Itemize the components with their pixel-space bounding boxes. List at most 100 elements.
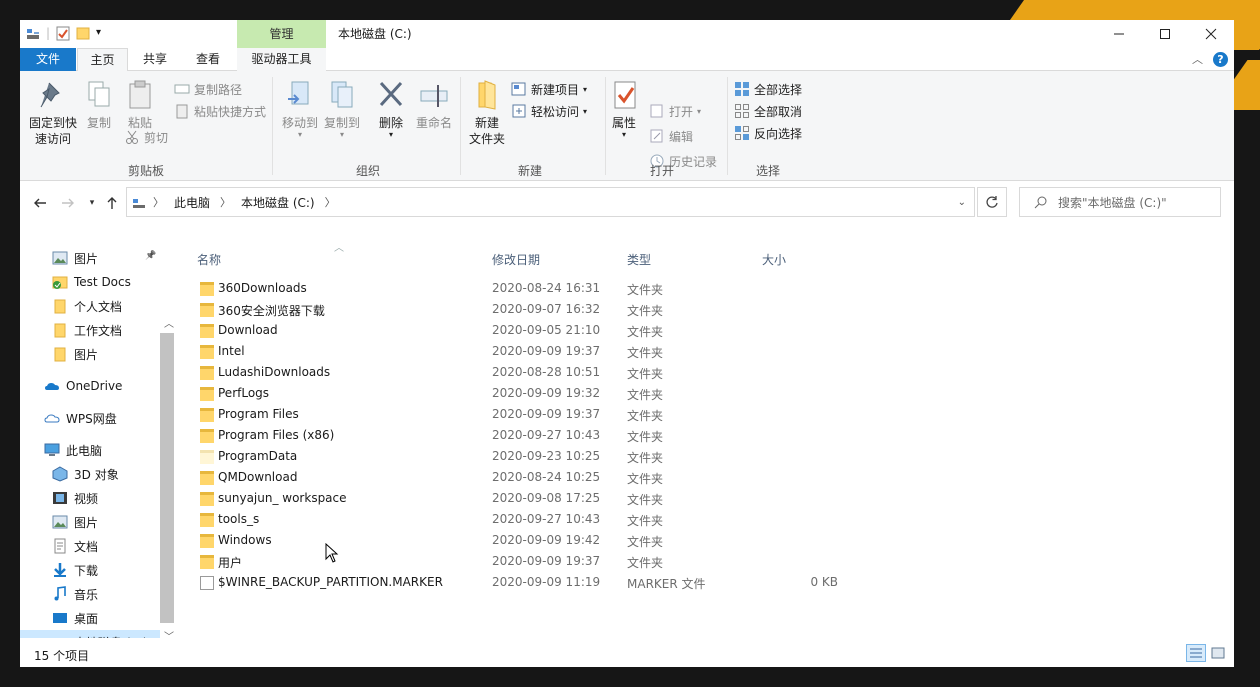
nav-item[interactable]: 视频	[20, 486, 160, 510]
file-row[interactable]: Windows 2020-09-09 19:42 文件夹	[198, 531, 898, 552]
nav-item[interactable]: 本地磁盘 (C:)	[20, 630, 160, 638]
nav-item[interactable]: 个人文档	[20, 294, 160, 318]
file-modified-date: 2020-09-23 10:25	[492, 449, 601, 463]
tab-home[interactable]: 主页	[77, 48, 128, 72]
address-dropdown-icon[interactable]: ⌄	[958, 197, 966, 208]
nav-item[interactable]: 图片	[20, 510, 160, 534]
large-icons-view-icon	[1211, 647, 1225, 659]
nav-item[interactable]: 桌面	[20, 606, 160, 630]
recent-locations-button[interactable]: ▾	[82, 193, 102, 213]
tab-view[interactable]: 查看	[183, 48, 233, 71]
nav-item[interactable]: 此电脑	[20, 438, 160, 462]
file-row[interactable]: QMDownload 2020-08-24 10:25 文件夹	[198, 468, 898, 489]
minimize-icon	[1114, 33, 1124, 35]
delete-button[interactable]: 删除 ▾	[374, 79, 408, 139]
copy-icon	[83, 79, 115, 111]
file-name: QMDownload	[218, 470, 298, 484]
new-item-button[interactable]: 新建项目 ▾	[511, 79, 587, 99]
forward-button[interactable]	[58, 193, 78, 213]
breadcrumb-this-pc[interactable]: 此电脑	[174, 194, 210, 211]
tab-share[interactable]: 共享	[132, 48, 178, 71]
pin-quick-access-button[interactable]: 固定到快 速访问	[26, 79, 80, 147]
file-row[interactable]: 360安全浏览器下载 2020-09-07 16:32 文件夹	[198, 300, 898, 321]
properties-button[interactable]: 属性 ▾	[609, 79, 639, 139]
pin-label-line2: 速访问	[34, 132, 71, 146]
delete-label: 删除	[378, 116, 403, 130]
file-row[interactable]: $WINRE_BACKUP_PARTITION.MARKER 2020-09-09…	[198, 573, 898, 594]
tab-drive-tools[interactable]: 驱动器工具	[237, 48, 326, 71]
nav-item[interactable]: Test Docs	[20, 270, 160, 294]
breadcrumb-local-disk[interactable]: 本地磁盘 (C:)	[241, 194, 315, 211]
move-to-label: 移动到	[281, 116, 318, 130]
edit-button[interactable]: 编辑	[649, 126, 693, 146]
column-header-name[interactable]: 名称	[197, 251, 221, 268]
new-folder-icon[interactable]	[76, 25, 90, 41]
new-folder-button[interactable]: 新建 文件夹	[467, 79, 507, 147]
file-row[interactable]: Download 2020-09-05 21:10 文件夹	[198, 321, 898, 342]
select-all-button[interactable]: 全部选择	[734, 79, 802, 99]
navigation-pane: ︿ ﹀ 图片 📌 Test Docs 个人文档 工作文档 图片 OneDrive WPS网盘此…	[20, 223, 178, 638]
nav-item[interactable]: 文档	[20, 534, 160, 558]
nav-item[interactable]: 图片	[20, 342, 160, 366]
file-row[interactable]: Program Files (x86) 2020-09-27 10:43 文件夹	[198, 426, 898, 447]
nav-item[interactable]: 工作文档	[20, 318, 160, 342]
back-button[interactable]	[30, 193, 50, 213]
copy-path-button[interactable]: 复制路径	[174, 79, 242, 99]
drive-icon[interactable]	[26, 25, 40, 41]
file-name: 用户	[218, 556, 243, 570]
navigation-scrollbar[interactable]	[160, 333, 174, 623]
minimize-button[interactable]	[1096, 20, 1142, 48]
nav-item[interactable]: 下载	[20, 558, 160, 582]
nav-item[interactable]: WPS网盘	[20, 406, 160, 430]
close-button[interactable]	[1188, 20, 1234, 48]
rename-button[interactable]: 重命名	[414, 79, 454, 131]
file-row[interactable]: ProgramData 2020-09-23 10:25 文件夹	[198, 447, 898, 468]
cut-button[interactable]: 剪切	[124, 127, 168, 147]
easy-access-button[interactable]: 轻松访问 ▾	[511, 101, 587, 121]
nav-item-label: 文档	[74, 539, 99, 554]
scroll-up-icon[interactable]: ︿	[164, 315, 174, 330]
file-row[interactable]: 360Downloads 2020-08-24 16:31 文件夹	[198, 279, 898, 300]
invert-selection-button[interactable]: 反向选择	[734, 123, 802, 143]
file-row[interactable]: LudashiDownloads 2020-08-28 10:51 文件夹	[198, 363, 898, 384]
move-to-button[interactable]: 移动到 ▾	[280, 79, 320, 139]
nav-item-label: 视频	[74, 491, 99, 506]
pin-icon	[37, 79, 69, 111]
help-icon[interactable]: ?	[1213, 51, 1228, 67]
open-button[interactable]: 打开 ▾	[649, 101, 701, 121]
properties-check-icon[interactable]	[56, 25, 70, 41]
file-row[interactable]: 用户 2020-09-09 19:37 文件夹	[198, 552, 898, 573]
address-bar[interactable]: 〉 此电脑 〉 本地磁盘 (C:) 〉 ⌄	[126, 187, 975, 217]
nav-item[interactable]: 图片	[20, 246, 160, 270]
nav-item[interactable]: OneDrive	[20, 374, 160, 398]
customize-qat-icon[interactable]: ▾	[96, 25, 110, 41]
file-row[interactable]: PerfLogs 2020-09-09 19:32 文件夹	[198, 384, 898, 405]
column-header-type[interactable]: 类型	[627, 251, 651, 268]
search-input[interactable]: 搜索"本地磁盘 (C:)"	[1019, 187, 1221, 217]
large-icons-view-button[interactable]	[1208, 644, 1228, 662]
select-none-button[interactable]: 全部取消	[734, 101, 802, 121]
column-header-modified[interactable]: 修改日期	[492, 251, 540, 268]
paste-button[interactable]: 粘贴	[123, 79, 157, 131]
up-button[interactable]	[102, 193, 122, 213]
file-row[interactable]: sunyajun_ workspace 2020-09-08 17:25 文件夹	[198, 489, 898, 510]
nav-item[interactable]: 3D 对象	[20, 462, 160, 486]
collapse-ribbon-icon[interactable]: ︿	[1192, 51, 1203, 67]
group-label-open: 打开	[649, 164, 674, 178]
copy-path-icon	[174, 81, 190, 97]
details-view-button[interactable]	[1186, 644, 1206, 662]
file-row[interactable]: Intel 2020-09-09 19:37 文件夹	[198, 342, 898, 363]
tab-file[interactable]: 文件	[20, 48, 76, 71]
file-row[interactable]: tools_s 2020-09-27 10:43 文件夹	[198, 510, 898, 531]
paste-shortcut-button[interactable]: 粘贴快捷方式	[174, 101, 266, 121]
file-row[interactable]: Program Files 2020-09-09 19:37 文件夹	[198, 405, 898, 426]
file-modified-date: 2020-09-09 19:37	[492, 344, 601, 358]
copy-button[interactable]: 复制	[82, 79, 116, 131]
scroll-down-icon[interactable]: ﹀	[164, 628, 174, 638]
refresh-button[interactable]	[977, 187, 1007, 217]
column-header-size[interactable]: 大小	[762, 251, 786, 268]
nav-item[interactable]: 音乐	[20, 582, 160, 606]
maximize-button[interactable]	[1142, 20, 1188, 48]
copy-to-button[interactable]: 复制到 ▾	[322, 79, 362, 139]
properties-label: 属性	[611, 116, 636, 130]
